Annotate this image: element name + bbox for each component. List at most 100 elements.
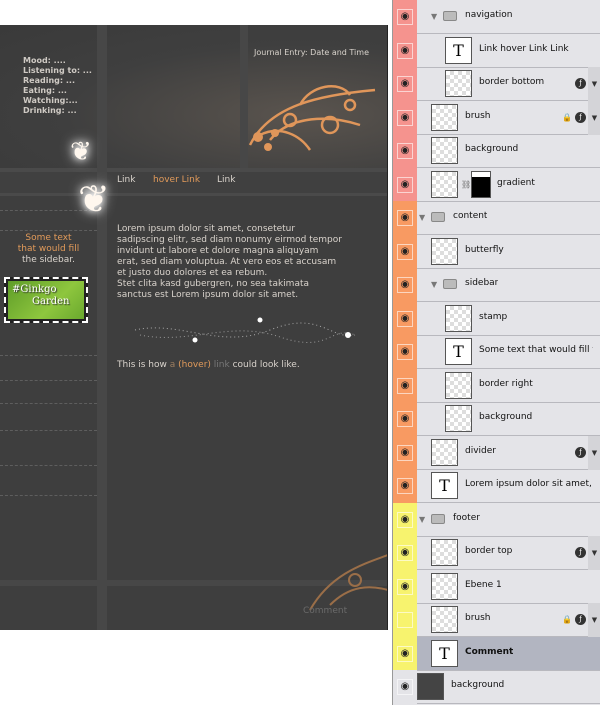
layer-name[interactable]: background [465,144,518,154]
visibility-toggle[interactable] [397,612,413,628]
eye-icon[interactable]: ◉ [397,210,413,226]
eye-icon[interactable]: ◉ [397,645,413,662]
layer-name[interactable]: Some text that would fill the [479,345,593,355]
layer-row[interactable]: ◉ border top ƒ ▼ [393,536,600,570]
body-text: Lorem ipsum dolor sit amet, consetetur s… [117,224,342,301]
eye-icon[interactable]: ◉ [397,176,413,193]
layer-name[interactable]: footer [453,513,480,523]
expand-triangle-icon[interactable]: ▼ [431,280,437,289]
expand-effects-arrow-icon[interactable]: ▼ [588,67,600,101]
layer-thumbnail [431,170,458,198]
layer-row[interactable]: ◉ background [393,402,600,436]
lock-icon: 🔒 [562,615,572,624]
layer-effects-icon[interactable]: ƒ [575,78,586,89]
layer-row[interactable]: ◉ Ebene 1 [393,569,600,604]
expand-effects-arrow-icon[interactable]: ▼ [588,435,600,470]
layer-thumbnail [431,438,458,466]
nav-link-1[interactable]: Link [117,175,135,186]
link-example-hover[interactable]: (hover) [178,360,211,370]
eye-icon[interactable]: ◉ [397,76,413,92]
expand-effects-arrow-icon[interactable]: ▼ [588,603,600,637]
eye-icon[interactable]: ◉ [397,109,413,126]
layer-name[interactable]: border right [479,379,533,389]
layer-name[interactable]: Comment [465,647,513,657]
layer-effects-icon[interactable]: ƒ [575,547,586,558]
canvas-area: Mood: .... Listening to: ... Reading: ..… [0,0,392,705]
layer-row[interactable]: ◉ ⛓ gradient [393,167,600,202]
expand-effects-arrow-icon[interactable]: ▼ [588,536,600,570]
eye-icon[interactable]: ◉ [397,411,413,427]
layer-name[interactable]: Lorem ipsum dolor sit amet, co [465,479,593,489]
layer-row[interactable]: ◉ T Some text that would fill the [393,335,600,369]
nav-link-hover[interactable]: hover Link [153,175,200,186]
layer-row[interactable]: ◉ background [393,134,600,168]
layer-name[interactable]: stamp [479,312,507,322]
eye-icon[interactable]: ◉ [397,578,413,595]
layer-name[interactable]: brush [465,111,491,121]
link-chain-icon[interactable]: ⛓ [461,180,471,189]
eye-icon[interactable]: ◉ [397,243,413,260]
layer-row[interactable]: ◉ T Link hover Link Link [393,33,600,68]
document-canvas[interactable]: Mood: .... Listening to: ... Reading: ..… [0,25,388,630]
layer-name[interactable]: gradient [497,178,535,188]
eye-icon[interactable]: ◉ [397,9,413,25]
layer-row[interactable]: ◉ ▼ sidebar [393,268,600,302]
layer-effects-icon[interactable]: ƒ [575,446,586,458]
eye-icon[interactable]: ◉ [397,277,413,293]
eye-icon[interactable]: ◉ [397,310,413,327]
layer-row[interactable]: ◉ T Comment [393,636,600,671]
expand-triangle-icon[interactable]: ▼ [419,515,425,524]
layer-name[interactable]: border top [465,546,512,556]
layer-row[interactable]: ◉ stamp [393,301,600,336]
layer-row[interactable]: ◉ divider ƒ ▼ [393,435,600,470]
sidebar-border-right [97,25,107,630]
expand-triangle-icon[interactable]: ▼ [431,12,437,21]
layer-row[interactable]: brush 🔒 ƒ ▼ [393,603,600,637]
eye-icon[interactable]: ◉ [397,444,413,461]
ginkgo-garden-stamp: #Ginkgo Garden [4,277,88,323]
layer-name[interactable]: Link hover Link Link [479,44,569,54]
layer-row[interactable]: ◉ butterfly [393,234,600,269]
text-layer-icon: T [445,338,472,365]
layer-name[interactable]: butterfly [465,245,504,255]
eye-icon[interactable]: ◉ [397,511,413,528]
layer-name[interactable]: background [451,680,504,690]
layer-thumbnail [431,237,458,265]
status-reading: Reading: ... [23,76,75,85]
layer-row[interactable]: ◉ background [393,670,600,704]
eye-icon[interactable]: ◉ [397,545,413,561]
link-example-link[interactable]: link [214,360,230,370]
layer-thumbnail [431,539,458,566]
layer-name[interactable]: Ebene 1 [465,580,502,590]
eye-icon[interactable]: ◉ [397,344,413,360]
layer-thumbnail [431,137,458,164]
eye-icon[interactable]: ◉ [397,679,413,695]
expand-effects-arrow-icon[interactable]: ▼ [588,100,600,135]
layer-name[interactable]: sidebar [465,278,498,288]
link-example-a[interactable]: a [170,360,176,370]
layer-name[interactable]: divider [465,446,496,456]
expand-triangle-icon[interactable]: ▼ [419,213,425,222]
layer-row[interactable]: ◉ border bottom ƒ ▼ [393,67,600,101]
layer-name[interactable]: navigation [465,10,513,20]
layer-name[interactable]: content [453,211,487,221]
layer-row[interactable]: ◉ ▼ footer [393,502,600,537]
layer-row[interactable]: ◉ T Lorem ipsum dolor sit amet, co [393,469,600,503]
body-line: sanctus est Lorem ipsum dolor sit amet. [117,290,299,300]
layer-row[interactable]: ◉ border right [393,368,600,403]
layer-name[interactable]: brush [465,613,491,623]
status-mood: Mood: .... [23,56,66,65]
layer-effects-icon[interactable]: ƒ [575,614,586,625]
layer-effects-icon[interactable]: ƒ [575,111,586,123]
eye-icon[interactable]: ◉ [397,143,413,159]
sidebar-dots [0,495,97,496]
eye-icon[interactable]: ◉ [397,478,413,494]
layer-name[interactable]: border bottom [479,77,544,87]
layer-row[interactable]: ◉ ▼ content [393,201,600,235]
layer-name[interactable]: background [479,412,532,422]
layer-row[interactable]: ◉ brush 🔒 ƒ ▼ [393,100,600,135]
layer-row[interactable]: ◉ ▼ navigation [393,0,600,34]
eye-icon[interactable]: ◉ [397,42,413,59]
eye-icon[interactable]: ◉ [397,377,413,394]
nav-link-3[interactable]: Link [217,175,235,186]
